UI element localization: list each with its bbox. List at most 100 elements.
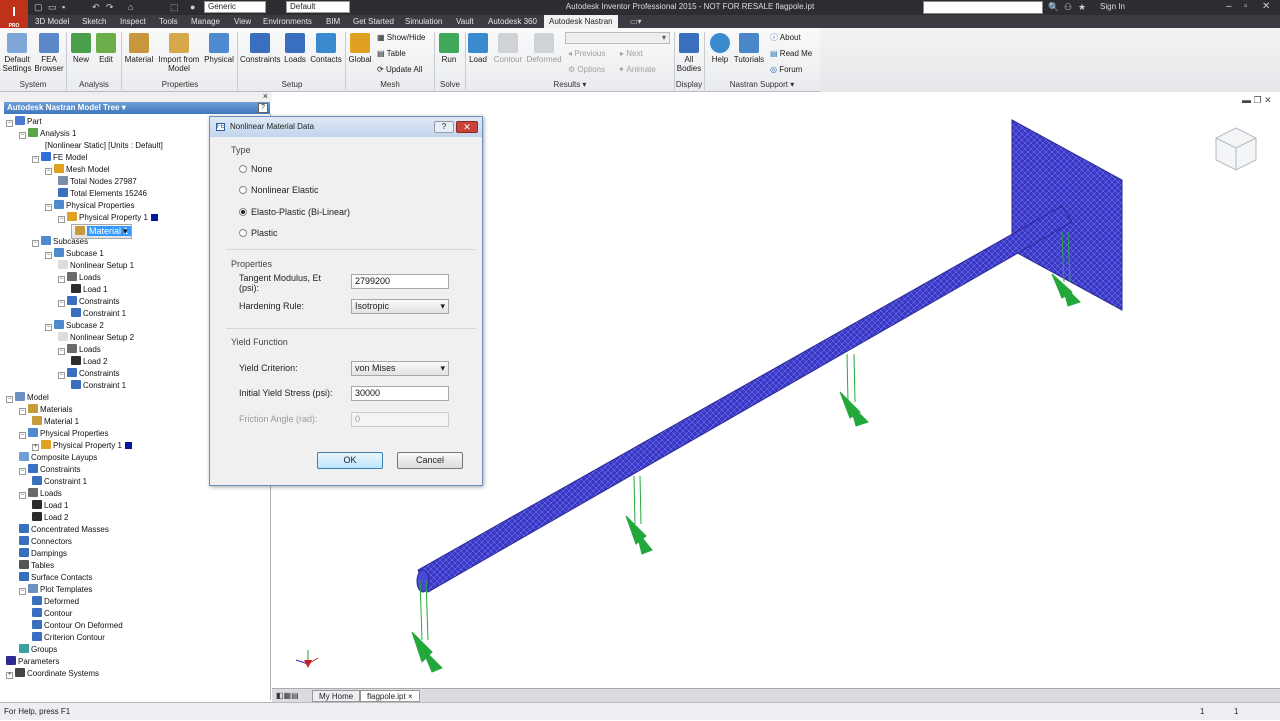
expand-toggle-icon[interactable]: − [6,396,13,403]
tree-node[interactable]: Constraint 1 [71,380,126,392]
tree-node[interactable]: − Plot Templates [19,584,92,596]
expand-toggle-icon[interactable]: − [19,468,26,475]
material-dropdown[interactable]: Generic [204,1,266,13]
expand-toggle-icon[interactable]: − [19,132,26,139]
hardening-rule-select[interactable]: Isotropic [351,299,449,314]
expand-toggle-icon[interactable]: − [58,216,65,223]
expand-toggle-icon[interactable]: + [32,444,39,451]
global-mesh-button[interactable]: Global [347,33,373,64]
tree-node[interactable]: − Analysis 1 [19,128,76,140]
home-icon[interactable]: ⌂ [128,2,133,12]
tree-node[interactable]: Surface Contacts [19,572,92,584]
read-me-button[interactable]: ▤ Read Me [770,49,812,59]
tree-node[interactable]: Constraint 1 [32,476,87,488]
tab-sketch[interactable]: Sketch [77,15,111,28]
about-button[interactable]: ⓘ About [770,33,801,43]
dialog-close-button[interactable]: ✕ [456,121,478,133]
tree-node[interactable]: [Nonlinear Static] [Units : Default] [45,140,163,152]
tutorials-button[interactable]: Tutorials [733,33,765,64]
tree-node[interactable]: − Constraints [19,464,80,476]
tree-node[interactable]: − Subcases [32,236,88,248]
tree-node[interactable]: Criterion Contour [32,632,105,644]
expand-toggle-icon[interactable]: − [58,348,65,355]
expand-toggle-icon[interactable]: − [58,300,65,307]
expand-toggle-icon[interactable]: − [45,252,52,259]
tree-node[interactable]: Load 1 [32,500,68,512]
tree-node[interactable]: Load 2 [32,512,68,524]
sign-in-link[interactable]: Sign In [1100,2,1125,11]
dialog-help-button[interactable]: ? [434,121,454,133]
initial-yield-stress-input[interactable]: 30000 [351,386,449,401]
animate-button[interactable]: ✦ Animate [618,65,656,75]
application-menu-button[interactable]: I PRO [0,0,28,29]
tree-node[interactable]: Contour [32,608,72,620]
tree-node[interactable]: Connectors [19,536,72,548]
expand-toggle-icon[interactable]: − [19,432,26,439]
tree-node[interactable]: Parameters [6,656,59,668]
ok-button[interactable]: OK [317,452,383,469]
tree-node[interactable]: Composite Layups [19,452,97,464]
tab-overflow-icon[interactable]: ▭▾ [630,17,642,26]
tab-vault[interactable]: Vault [451,15,479,28]
update-all-button[interactable]: ⟳ Update All [377,65,422,75]
maximize-icon[interactable]: ▫ [1244,1,1248,12]
radio-elasto-plastic[interactable]: Elasto-Plastic (Bi-Linear) [239,207,350,217]
tree-node[interactable]: − Constraints [58,368,119,380]
expand-toggle-icon[interactable]: − [19,492,26,499]
expand-toggle-icon[interactable]: − [58,372,65,379]
tree-node[interactable]: − Model [6,392,49,404]
results-dropdown[interactable]: ▾ [565,32,670,44]
color-icon[interactable]: ● [190,2,195,12]
redo-icon[interactable]: ↷ [106,2,114,13]
cancel-button[interactable]: Cancel [397,452,463,469]
tree-help-icon[interactable]: ? [258,103,268,113]
run-button[interactable]: Run [438,33,460,64]
tab-view[interactable]: View [229,15,256,28]
tab-close-icon[interactable]: × [408,692,413,701]
expand-toggle-icon[interactable]: − [6,120,13,127]
expand-toggle-icon[interactable]: − [58,276,65,283]
close-icon[interactable]: ✕ [1262,1,1270,12]
tree-node[interactable]: − Subcase 2 [45,320,104,332]
tab-inspect[interactable]: Inspect [115,15,151,28]
tree-node[interactable]: Dampings [19,548,67,560]
minimize-icon[interactable]: – [1226,1,1232,12]
expand-toggle-icon[interactable]: − [45,168,52,175]
tree-node[interactable]: + Coordinate Systems [6,668,99,680]
tree-node[interactable]: Total Elements 15246 [58,188,147,200]
tree-node[interactable]: − Physical Property 1 [58,212,158,224]
tree-node[interactable]: Concentrated Masses [19,524,109,536]
tree-node[interactable]: − Part [6,116,42,128]
tree-node[interactable]: Nonlinear Setup 1 [58,260,134,272]
model-tree-header[interactable]: Autodesk Nastran Model Tree ▾ [4,102,270,114]
friction-angle-input[interactable]: 0 [351,412,449,427]
tab-manage[interactable]: Manage [186,15,225,28]
all-bodies-button[interactable]: All Bodies [676,33,702,73]
tree-node[interactable]: Load 1 [71,284,107,296]
tree-node[interactable]: − Physical Properties [45,200,134,212]
tree-node[interactable]: Tables [19,560,54,572]
contour-button[interactable]: Contour [491,33,525,64]
expand-toggle-icon[interactable]: − [45,324,52,331]
yield-criterion-select[interactable]: von Mises [351,361,449,376]
tree-node[interactable]: − Subcase 1 [45,248,104,260]
tree-node[interactable]: − Physical Properties [19,428,108,440]
new-analysis-button[interactable]: New [70,33,92,64]
tab-bim[interactable]: BIM [321,15,345,28]
expand-toggle-icon[interactable]: − [32,240,39,247]
contacts-button[interactable]: Contacts [309,33,343,64]
tree-node[interactable]: − Loads [19,488,62,500]
new-icon[interactable]: ▢ [34,2,43,13]
tab-autodesk-360[interactable]: Autodesk 360 [483,15,542,28]
previous-button[interactable]: ◂ Previous [568,49,605,59]
tab-my-home[interactable]: My Home [312,690,361,702]
save-icon[interactable]: ▪ [62,2,65,12]
tree-node[interactable]: Material 1 [32,416,79,428]
tree-node[interactable]: Total Nodes 27987 [58,176,137,188]
tab-environments[interactable]: Environments [258,15,317,28]
star-icon[interactable]: ★ [1078,2,1086,13]
help-search-input[interactable] [923,1,1043,14]
tab-autodesk-nastran[interactable]: Autodesk Nastran [544,15,618,28]
show-hide-button[interactable]: ▦ Show/Hide [377,33,425,43]
tree-node[interactable]: − Materials [19,404,72,416]
